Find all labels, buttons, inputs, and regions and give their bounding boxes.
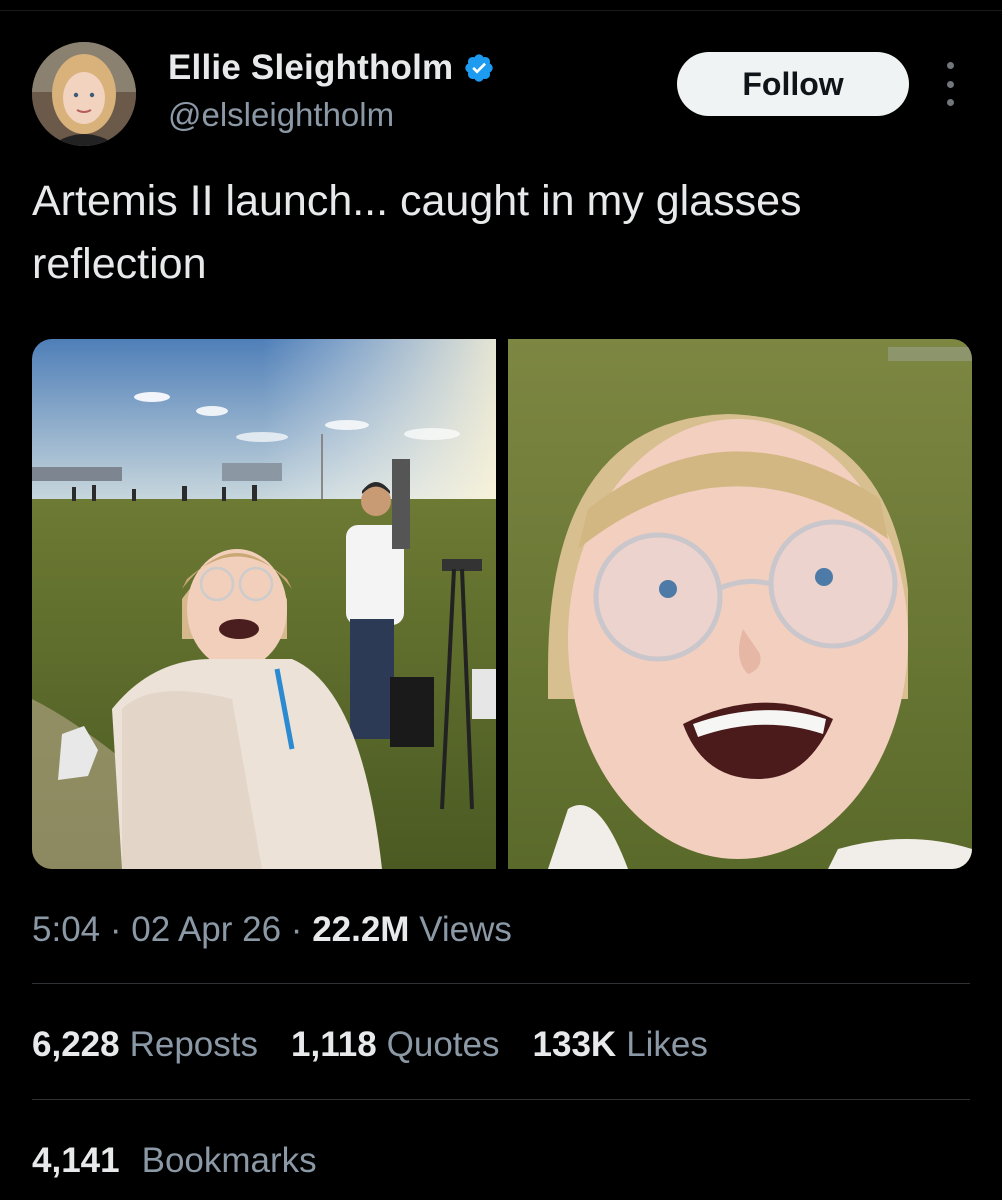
author-name-row[interactable]: Ellie Sleightholm xyxy=(168,46,495,90)
reposts-label: Reposts xyxy=(129,1025,258,1064)
views-count: 22.2M xyxy=(312,910,410,949)
bookmarks-count: 4,141 xyxy=(32,1141,120,1180)
divider xyxy=(32,983,970,984)
likes-count: 133K xyxy=(532,1025,617,1064)
reposts-count: 6,228 xyxy=(32,1025,120,1064)
bookmarks-stat[interactable]: 4,141 Bookmarks xyxy=(32,1134,317,1188)
divider xyxy=(32,1099,970,1100)
tweet-time[interactable]: 5:04 xyxy=(32,910,100,950)
tweet-media-grid[interactable] xyxy=(32,339,972,869)
photo-right[interactable] xyxy=(508,339,972,869)
meta-separator: · xyxy=(281,910,313,949)
quotes-count: 1,118 xyxy=(291,1025,377,1064)
quotes-label: Quotes xyxy=(386,1025,500,1064)
likes-stat[interactable]: 133K Likes xyxy=(533,1025,708,1065)
more-options-icon[interactable] xyxy=(938,62,962,106)
engagement-stats: 6,228 Reposts 1,118 Quotes 133K Likes xyxy=(32,1018,741,1072)
photo-left[interactable] xyxy=(32,339,496,869)
likes-label: Likes xyxy=(626,1025,708,1064)
verified-badge-icon xyxy=(463,52,495,84)
avatar[interactable] xyxy=(32,42,136,146)
reposts-stat[interactable]: 6,228 Reposts xyxy=(32,1025,258,1065)
views-label: Views xyxy=(409,910,512,949)
tweet-meta: 5:04 · 02 Apr 26 · 22.2M Views xyxy=(32,900,512,960)
meta-separator: · xyxy=(100,910,132,949)
quotes-stat[interactable]: 1,118 Quotes xyxy=(291,1025,500,1065)
display-name[interactable]: Ellie Sleightholm xyxy=(168,48,453,88)
tweet-text: Artemis II launch... caught in my glasse… xyxy=(32,177,802,288)
bookmarks-label: Bookmarks xyxy=(141,1141,317,1180)
top-divider xyxy=(0,10,1002,11)
follow-button[interactable]: Follow xyxy=(677,52,909,116)
author-handle[interactable]: @elsleightholm xyxy=(168,96,394,134)
tweet-date[interactable]: 02 Apr 26 xyxy=(131,910,281,950)
